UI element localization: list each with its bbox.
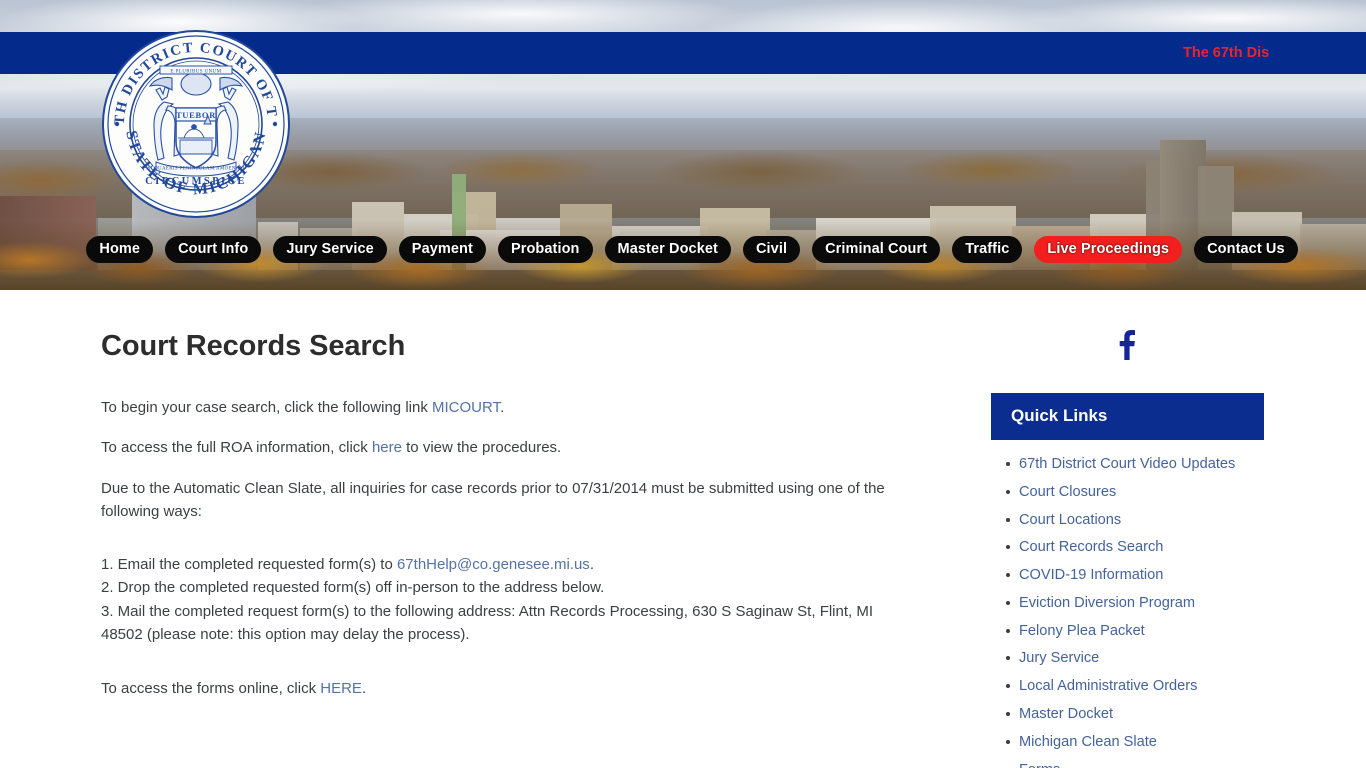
main-content-column: Court Records Search To begin your case … — [101, 290, 901, 700]
list-item[interactable]: Local Administrative Orders — [1006, 678, 1264, 707]
quick-link-eviction-diversion[interactable]: Eviction Diversion Program — [1019, 595, 1195, 611]
list-item[interactable]: Felony Plea Packet — [1006, 623, 1264, 652]
quick-link-video-updates[interactable]: 67th District Court Video Updates — [1019, 456, 1235, 472]
quick-link-court-records-search[interactable]: Court Records Search — [1019, 539, 1163, 555]
sidebar: Quick Links 67th District Court Video Up… — [991, 290, 1264, 768]
social-links-row — [991, 324, 1264, 366]
page-title: Court Records Search — [101, 330, 406, 362]
paragraph-submission-methods: 1. Email the completed requested form(s)… — [101, 553, 901, 646]
paragraph-clean-slate-notice: Due to the Automatic Clean Slate, all in… — [101, 479, 885, 520]
list-item[interactable]: COVID-19 Information — [1006, 567, 1264, 596]
quick-link-felony-plea-packet[interactable]: Felony Plea Packet — [1019, 623, 1145, 639]
nav-item-jury-service[interactable]: Jury Service — [273, 235, 387, 263]
submission-line-1-before: 1. Email the completed requested form(s)… — [101, 556, 397, 573]
list-item[interactable]: Court Closures — [1006, 484, 1264, 513]
text-after-forms-link: . — [361, 680, 367, 697]
submission-line-2: 2. Drop the completed requested form(s) … — [101, 579, 605, 597]
micourt-link[interactable]: MICOURT — [432, 399, 500, 416]
submission-line-1-after: . — [589, 556, 594, 573]
text-before-micourt-link: To begin your case search, click the fol… — [101, 399, 432, 416]
nav-item-contact-us[interactable]: Contact Us — [1194, 235, 1298, 263]
site-header: The 67th Dis 67TH DISTRICT COURT OF THE … — [0, 0, 1366, 290]
text-after-micourt-link: . — [500, 399, 505, 416]
quick-link-michigan-clean-slate[interactable]: Michigan Clean Slate — [1019, 734, 1157, 750]
nav-item-criminal-court[interactable]: Criminal Court — [812, 235, 941, 263]
page-body: Court Records Search To begin your case … — [0, 290, 1366, 768]
text-before-here-link: To access the full ROA information, clic… — [101, 439, 372, 457]
submission-line-3: 3. Mail the completed request form(s) to… — [101, 602, 874, 643]
quick-link-court-locations[interactable]: Court Locations — [1019, 512, 1121, 528]
marquee-text: The 67th Dis — [1183, 45, 1270, 61]
list-item[interactable]: Forms — [1006, 762, 1264, 768]
main-navigation[interactable]: Home Court Info Jury Service Payment Pro… — [0, 235, 1366, 263]
list-item[interactable]: Court Records Search — [1006, 539, 1264, 568]
email-link[interactable]: 67thHelp@co.genesee.mi.us — [397, 556, 590, 573]
quick-links-list: 67th District Court Video Updates Court … — [991, 457, 1264, 768]
court-seal-logo[interactable]: 67TH DISTRICT COURT OF THE STATE OF MICH… — [94, 16, 292, 220]
quick-links-header: Quick Links — [991, 393, 1264, 440]
quick-link-jury-service[interactable]: Jury Service — [1019, 650, 1099, 666]
nav-item-payment[interactable]: Payment — [398, 235, 486, 263]
list-item[interactable]: Master Docket — [1006, 706, 1264, 735]
list-item[interactable]: Eviction Diversion Program — [1006, 595, 1264, 624]
quick-link-court-closures[interactable]: Court Closures — [1019, 484, 1116, 500]
list-item[interactable]: 67th District Court Video Updates — [1006, 456, 1264, 485]
svg-text:TUEBOR: TUEBOR — [176, 110, 216, 120]
svg-text:SI QUAERIS PENINSULAM AMOENAM: SI QUAERIS PENINSULAM AMOENAM — [148, 167, 245, 172]
paragraph-case-search: To begin your case search, click the fol… — [101, 396, 901, 419]
quick-link-covid-19-information[interactable]: COVID-19 Information — [1019, 567, 1163, 583]
nav-item-traffic[interactable]: Traffic — [952, 235, 1023, 263]
quick-link-local-admin-orders[interactable]: Local Administrative Orders — [1019, 678, 1197, 694]
quick-link-forms[interactable]: Forms — [1019, 762, 1060, 768]
quick-link-master-docket[interactable]: Master Docket — [1019, 706, 1113, 722]
paragraph-forms-online: To access the forms online, click HERE. — [101, 677, 901, 700]
nav-item-live-proceedings[interactable]: Live Proceedings — [1034, 235, 1183, 263]
nav-item-civil[interactable]: Civil — [742, 235, 801, 263]
nav-item-home[interactable]: Home — [86, 235, 154, 263]
nav-item-court-info[interactable]: Court Info — [165, 235, 262, 263]
text-before-forms-link: To access the forms online, click — [101, 680, 321, 697]
nav-item-master-docket[interactable]: Master Docket — [604, 235, 731, 263]
list-item[interactable]: Jury Service — [1006, 650, 1264, 679]
svg-text:E PLURIBUS UNUM: E PLURIBUS UNUM — [170, 70, 221, 75]
list-item[interactable]: Court Locations — [1006, 512, 1264, 541]
here-link[interactable]: here — [372, 439, 402, 456]
quick-links-box: Quick Links 67th District Court Video Up… — [991, 393, 1264, 768]
text-after-here-link: to view the procedures. — [401, 439, 562, 457]
nav-item-probation[interactable]: Probation — [497, 235, 593, 263]
facebook-icon[interactable] — [1113, 330, 1139, 360]
paragraph-roa-info: To access the full ROA information, clic… — [101, 436, 901, 459]
svg-text:CIRCUMSPICE: CIRCUMSPICE — [145, 176, 247, 187]
here-forms-link[interactable]: HERE — [320, 680, 362, 697]
list-item[interactable]: Michigan Clean Slate — [1006, 734, 1264, 763]
